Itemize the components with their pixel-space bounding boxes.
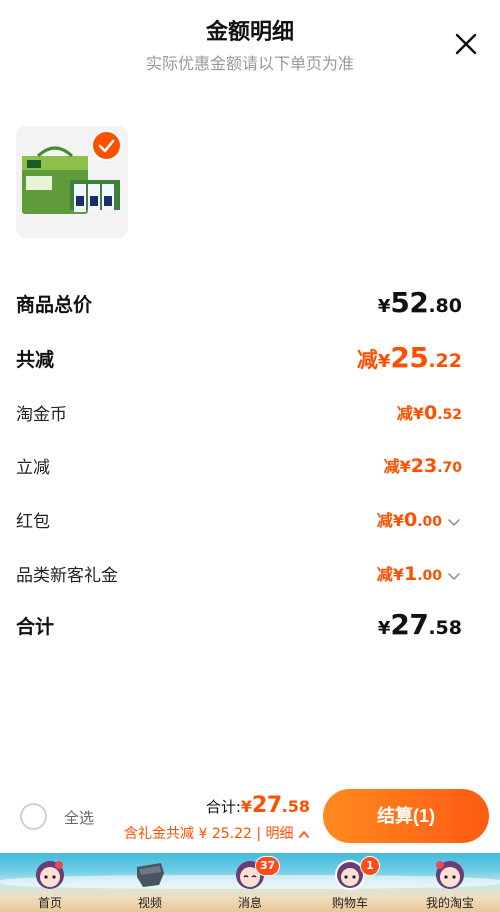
page-title: 金额明细 bbox=[205, 20, 294, 45]
tab-label: 我的淘宝 bbox=[425, 896, 474, 910]
bottom-tab-bar: 首页 视频 37 消息 1 购物车 我的淘宝 bbox=[0, 853, 500, 912]
row-label: 共减 bbox=[16, 349, 55, 371]
chevron-down-icon[interactable] bbox=[446, 514, 462, 530]
row-label: 商品总价 bbox=[16, 294, 93, 316]
profile-avatar-icon bbox=[436, 861, 464, 889]
row-label: 淘金币 bbox=[16, 405, 67, 425]
header: 金额明细 实际优惠金额请以下单页为准 bbox=[0, 0, 500, 80]
row-red-packet[interactable]: 红包 减¥0.00 bbox=[16, 507, 462, 537]
tab-label: 视频 bbox=[137, 896, 162, 910]
row-total-discount: 共减 减¥25.22 bbox=[16, 341, 462, 375]
selected-check-icon[interactable] bbox=[91, 130, 122, 161]
tab-cart[interactable]: 1 购物车 bbox=[300, 853, 400, 912]
tab-messages[interactable]: 37 消息 bbox=[200, 853, 300, 912]
row-value: 减¥1.00 bbox=[377, 561, 462, 585]
row-total-price: 商品总价 ¥52.80 bbox=[16, 286, 462, 320]
tab-my-taobao[interactable]: 我的淘宝 bbox=[400, 853, 500, 912]
row-value: ¥27.58 bbox=[377, 608, 462, 641]
row-value: ¥52.80 bbox=[377, 286, 462, 319]
page-subtitle: 实际优惠金额请以下单页为准 bbox=[145, 54, 354, 73]
row-value: 减¥0.00 bbox=[377, 507, 462, 531]
tab-label: 消息 bbox=[237, 896, 262, 910]
close-icon[interactable] bbox=[452, 30, 480, 58]
chevron-down-icon[interactable] bbox=[446, 568, 462, 584]
select-all-label[interactable]: 全选 bbox=[64, 807, 94, 828]
checkout-bar: 全选 合计:¥27.58 含礼金共减 ¥ 25.22 | 明细 结算(1) bbox=[0, 783, 500, 853]
chevron-up-icon bbox=[299, 831, 309, 838]
cart-count-badge: 1 bbox=[360, 856, 380, 876]
video-icon bbox=[137, 863, 164, 887]
tab-home[interactable]: 首页 bbox=[0, 853, 100, 912]
tab-label: 购物车 bbox=[331, 896, 368, 910]
discount-details-link[interactable]: 含礼金共减 ¥ 25.22 | 明细 bbox=[124, 823, 310, 843]
row-value: 减¥23.70 bbox=[383, 455, 462, 477]
row-label: 立减 bbox=[16, 458, 50, 478]
row-sum: 合计 ¥27.58 bbox=[16, 608, 462, 642]
row-label: 红包 bbox=[16, 512, 50, 532]
checkout-button[interactable]: 结算(1) bbox=[323, 789, 489, 843]
row-value: 减¥25.22 bbox=[356, 341, 462, 374]
select-all-radio[interactable] bbox=[20, 803, 47, 830]
row-label: 品类新客礼金 bbox=[16, 566, 118, 586]
tab-video[interactable]: 视频 bbox=[100, 853, 200, 912]
total-amount: 合计:¥27.58 bbox=[205, 793, 310, 818]
message-count-badge: 37 bbox=[255, 856, 281, 876]
row-taojinbi: 淘金币 减¥0.52 bbox=[16, 400, 462, 430]
row-value: 减¥0.52 bbox=[396, 402, 462, 424]
home-avatar-icon bbox=[36, 861, 64, 889]
row-category-new-gift[interactable]: 品类新客礼金 减¥1.00 bbox=[16, 561, 462, 591]
tab-label: 首页 bbox=[37, 896, 62, 910]
row-instant-discount: 立减 减¥23.70 bbox=[16, 453, 462, 483]
row-label: 合计 bbox=[16, 616, 55, 638]
